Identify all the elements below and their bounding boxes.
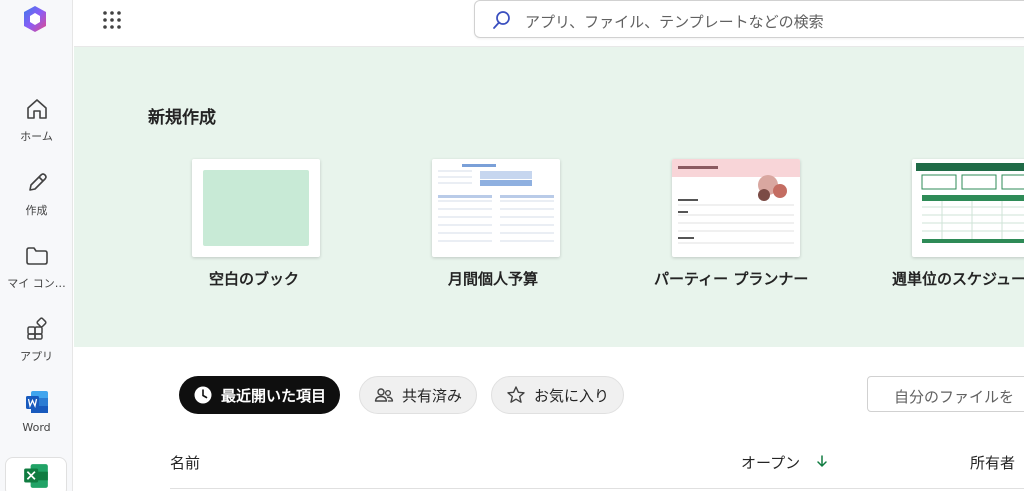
filter-my-files-placeholder: 自分のファイルを <box>894 388 1015 406</box>
people-icon <box>374 388 394 402</box>
star-icon <box>507 386 525 403</box>
filter-recent-label: 最近開いた項目 <box>221 386 327 405</box>
apps-icon <box>26 317 47 340</box>
rail-label-home: ホーム <box>20 130 53 143</box>
rail-label-word: Word <box>22 421 51 434</box>
search-icon <box>493 11 510 29</box>
search-placeholder: アプリ、ファイル、テンプレートなどの検索 <box>525 13 824 31</box>
template-blank-workbook-thumbnail[interactable] <box>192 159 320 257</box>
template-name-blank-workbook[interactable]: 空白のブック <box>209 268 299 289</box>
template-weekly-schedule-thumbnail[interactable] <box>912 159 1024 257</box>
rail-item-my-content[interactable]: マイ コン… <box>0 243 73 305</box>
create-new-title: 新規作成 <box>148 108 216 128</box>
rail-label-create: 作成 <box>25 204 48 217</box>
rail-item-apps[interactable]: アプリ <box>0 316 73 378</box>
filter-favorites-label: お気に入り <box>534 386 610 405</box>
pen-icon <box>28 173 47 191</box>
column-header-owner[interactable]: 所有者 <box>970 452 1015 473</box>
template-name-party-planner[interactable]: パーティー プランナー <box>654 268 808 289</box>
rail-item-home[interactable]: ホーム <box>0 96 73 158</box>
template-monthly-budget-thumbnail[interactable] <box>432 159 560 257</box>
word-icon <box>25 391 48 413</box>
folder-icon <box>25 247 48 265</box>
template-party-planner-thumbnail[interactable] <box>672 159 800 257</box>
home-icon <box>26 99 47 119</box>
column-header-opened[interactable]: オープン <box>741 452 800 473</box>
microsoft365-logo-icon[interactable] <box>20 4 50 34</box>
table-header-divider <box>170 488 1024 489</box>
excel-icon <box>24 464 48 488</box>
rail-label-apps: アプリ <box>20 350 53 363</box>
rail-item-word[interactable]: Word <box>0 389 73 451</box>
column-header-name[interactable]: 名前 <box>170 452 200 473</box>
global-search-box[interactable]: アプリ、ファイル、テンプレートなどの検索 <box>474 0 1024 38</box>
sort-descending-icon[interactable] <box>815 453 829 469</box>
template-name-weekly-schedule[interactable]: 週単位のスケジュー <box>892 268 1024 289</box>
filter-shared-label: 共有済み <box>402 386 463 405</box>
create-new-section: 新規作成 空白のブック 月間個人予算 パーティー プランナー 週単位のスケジュー <box>74 47 1024 347</box>
left-rail: ホーム 作成 マイ コン… アプリ Word <box>0 0 73 491</box>
app-launcher-icon[interactable] <box>101 9 123 31</box>
clock-icon <box>194 386 212 404</box>
rail-item-excel[interactable] <box>5 457 67 491</box>
filter-shared-button[interactable]: 共有済み <box>359 376 478 414</box>
weekly-schedule-preview-graphic <box>916 163 1024 243</box>
filter-my-files-input[interactable]: 自分のファイルを <box>867 376 1024 412</box>
filter-favorites-button[interactable]: お気に入り <box>491 376 625 414</box>
filter-recent-button[interactable]: 最近開いた項目 <box>179 376 341 414</box>
blank-sheet-preview <box>203 170 309 246</box>
budget-preview-graphic <box>438 164 554 242</box>
party-planner-preview-graphic <box>672 159 800 244</box>
rail-label-my-content: マイ コン… <box>7 277 66 290</box>
app-window: ホーム 作成 マイ コン… アプリ Word アプリ、ファイル、テンプレートなど… <box>0 0 1024 491</box>
template-name-monthly-budget[interactable]: 月間個人予算 <box>448 268 538 289</box>
rail-item-create[interactable]: 作成 <box>0 170 73 232</box>
